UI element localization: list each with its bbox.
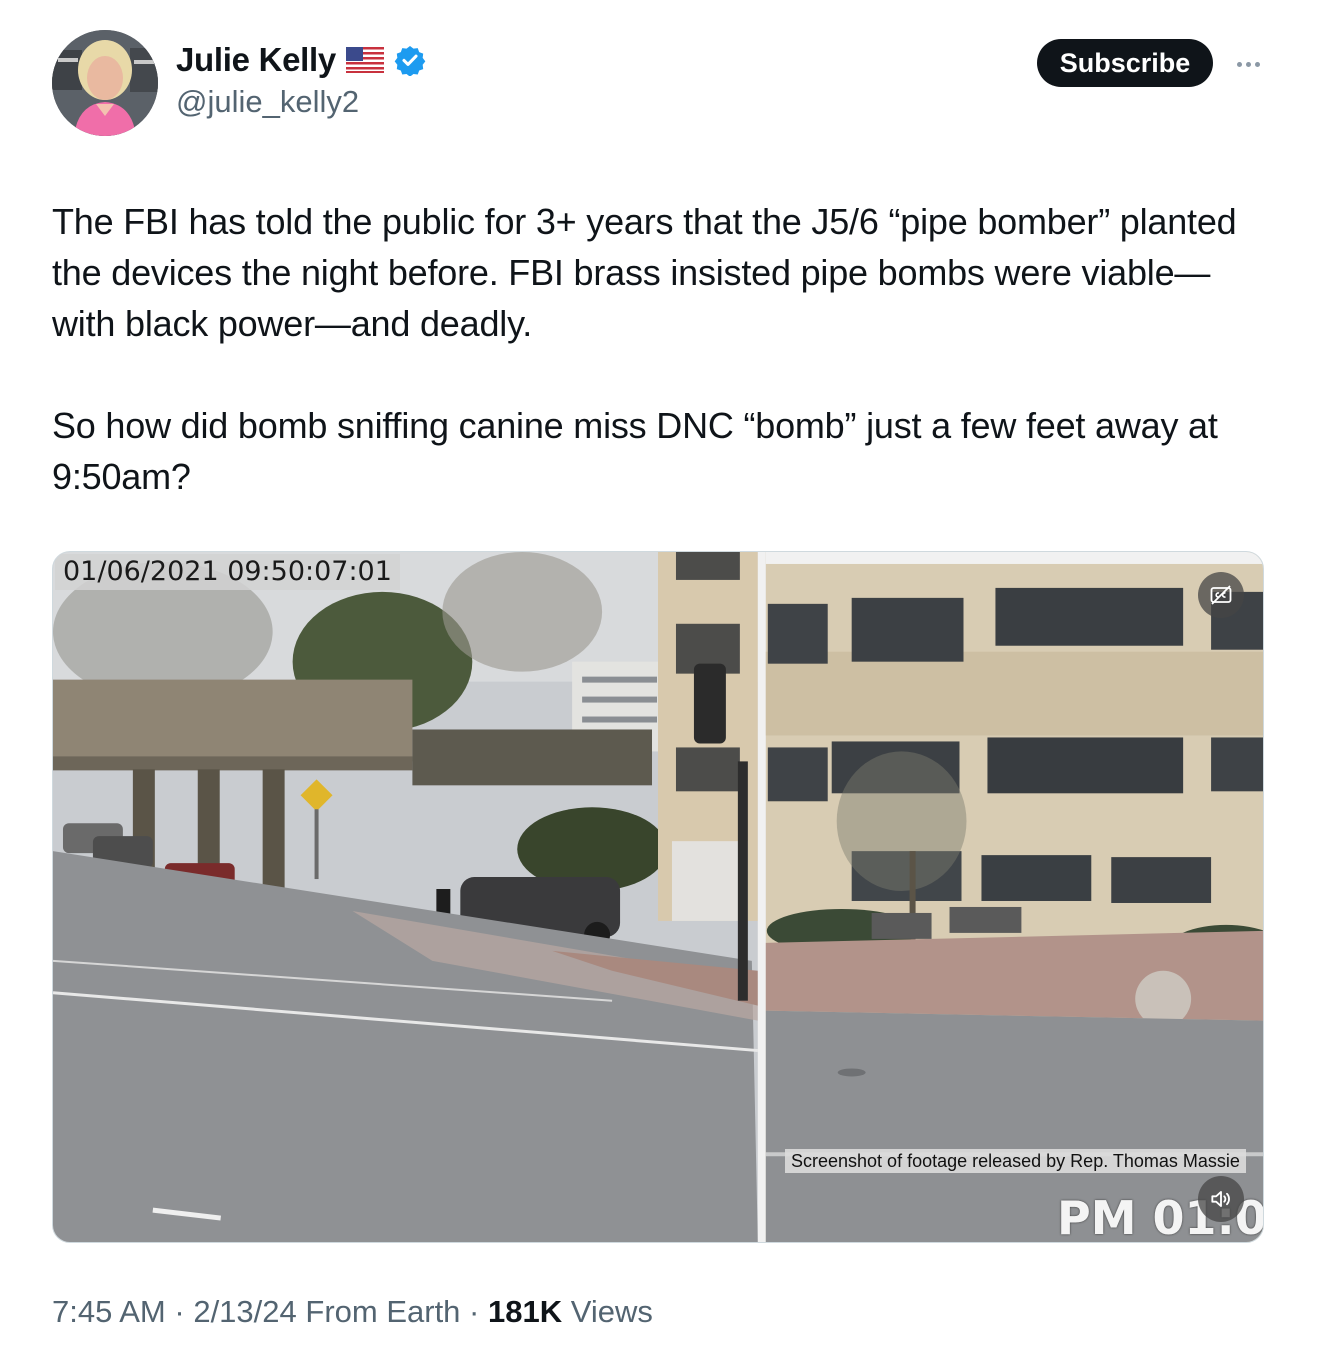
- avatar[interactable]: [52, 30, 158, 136]
- author-name[interactable]: Julie Kelly: [176, 41, 336, 79]
- tweet-paragraph-2: So how did bomb sniffing canine miss DNC…: [52, 405, 1218, 497]
- more-dot: [1245, 61, 1251, 67]
- subscribe-button[interactable]: Subscribe: [1037, 39, 1213, 87]
- left-footage-panel: [53, 552, 758, 1242]
- avatar-image: [52, 30, 158, 136]
- tweet-time[interactable]: 7:45 AM: [52, 1294, 166, 1329]
- tweet-date[interactable]: 2/13/24: [193, 1294, 296, 1329]
- right-footage-panel: [765, 552, 1263, 1242]
- separator: ·: [469, 1294, 480, 1329]
- tweet-location: From Earth: [305, 1294, 461, 1329]
- captions-off-icon[interactable]: [1198, 572, 1244, 618]
- tweet-paragraph-1: The FBI has told the public for 3+ years…: [52, 201, 1237, 344]
- more-options-icon[interactable]: [1228, 52, 1268, 76]
- tweet-meta: 7:45 AM · 2/13/24 From Earth · 181K View…: [52, 1294, 653, 1330]
- verified-badge-icon[interactable]: [394, 44, 426, 76]
- sound-icon[interactable]: [1198, 1176, 1244, 1222]
- us-flag-icon: [345, 47, 384, 73]
- more-dot: [1254, 61, 1260, 67]
- author-handle[interactable]: @julie_kelly2: [176, 84, 426, 120]
- views-count[interactable]: 181K: [488, 1294, 562, 1329]
- speaker-glyph: [1211, 1191, 1230, 1207]
- timestamp-overlay: 01/06/2021 09:50:07:01: [55, 554, 400, 590]
- more-dot: [1236, 61, 1242, 67]
- tweet-header: Julie Kelly @julie_kelly2 Subscribe: [52, 30, 1272, 140]
- views-label: Views: [570, 1294, 653, 1329]
- name-row: Julie Kelly: [176, 40, 426, 80]
- media-image: [53, 552, 1263, 1242]
- tweet-media[interactable]: 01/06/2021 09:50:07:01 Screenshot of foo…: [52, 551, 1264, 1243]
- author-block: Julie Kelly @julie_kelly2: [176, 40, 426, 120]
- captions-icon-glyph: [1210, 585, 1232, 605]
- separator: ·: [174, 1294, 185, 1329]
- tweet-text: The FBI has told the public for 3+ years…: [52, 196, 1262, 502]
- footage-caption: Screenshot of footage released by Rep. T…: [785, 1149, 1246, 1173]
